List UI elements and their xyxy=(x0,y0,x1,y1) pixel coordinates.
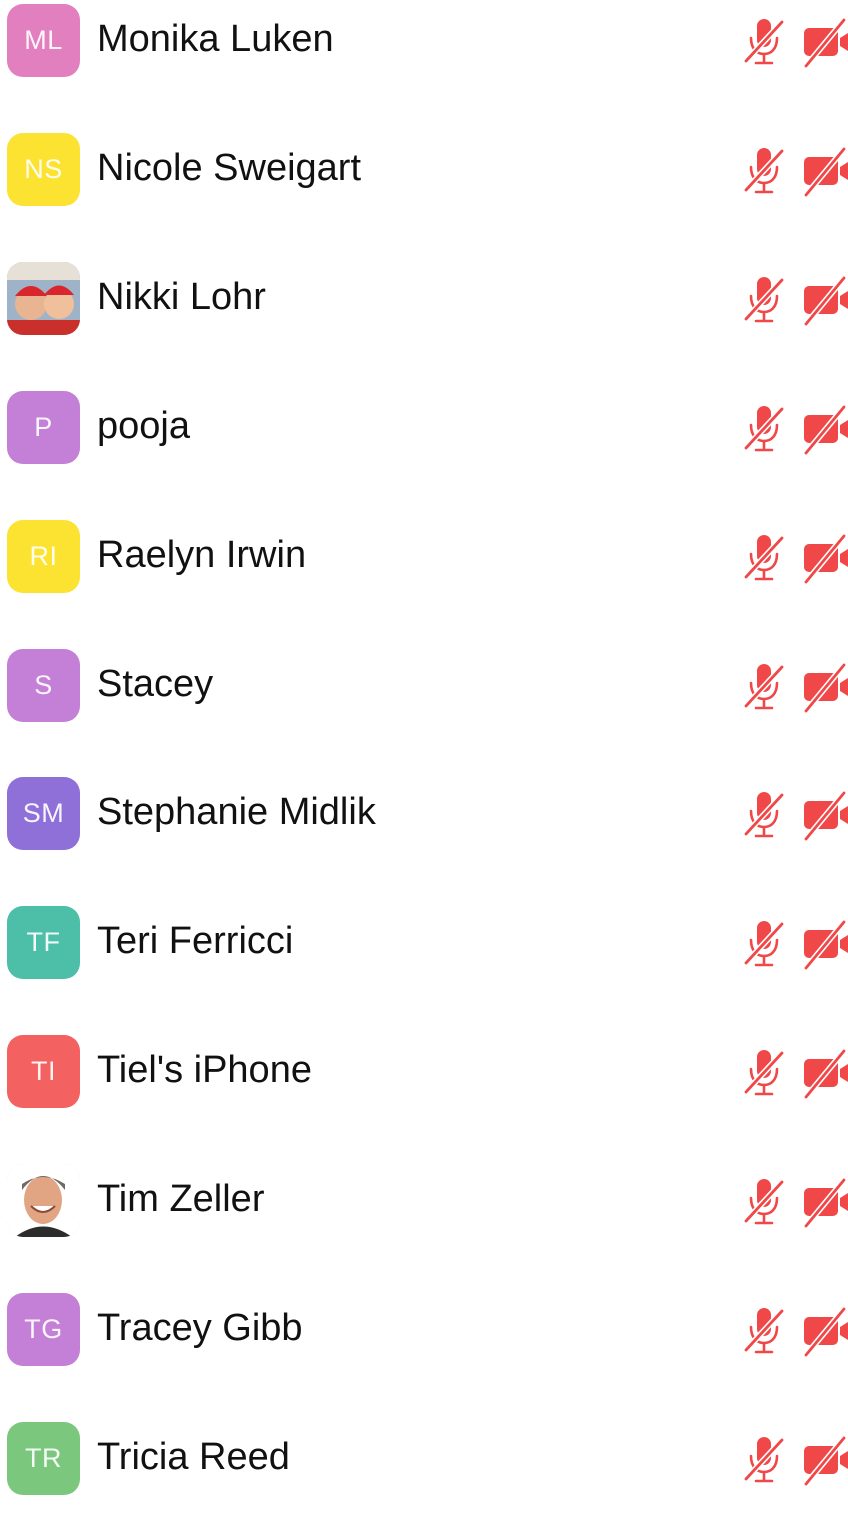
mic-muted-icon[interactable] xyxy=(742,1305,786,1357)
participant-name: Tim Zeller xyxy=(97,1178,265,1220)
video-off-icon[interactable] xyxy=(800,145,848,197)
participant-name: Stacey xyxy=(97,663,214,705)
video-off-icon[interactable] xyxy=(800,532,848,584)
video-off-icon[interactable] xyxy=(800,1047,848,1099)
mic-muted-icon[interactable] xyxy=(742,1176,786,1228)
participant-name: Raelyn Irwin xyxy=(97,534,307,576)
video-off-icon[interactable] xyxy=(800,1176,848,1228)
avatar-initials: TI xyxy=(7,1035,80,1108)
video-off-icon[interactable] xyxy=(800,661,848,713)
participant-row-tracey-gibb[interactable]: TG Tracey Gibb xyxy=(0,1267,848,1395)
avatar-initials: ML xyxy=(7,4,80,77)
participant-row-raelyn-irwin[interactable]: RI Raelyn Irwin xyxy=(0,494,848,622)
participant-row-teri-ferricci[interactable]: TF Teri Ferricci xyxy=(0,880,848,1008)
avatar-initials: TR xyxy=(7,1422,80,1495)
video-off-icon[interactable] xyxy=(800,918,848,970)
avatar-initials: TF xyxy=(7,906,80,979)
participant-list: ML Monika Luken NS Nicole Sweigart Nikki… xyxy=(0,0,848,1495)
participant-name: pooja xyxy=(97,405,190,447)
participant-name: Tiel's iPhone xyxy=(97,1049,312,1091)
mic-muted-icon[interactable] xyxy=(742,1047,786,1099)
video-off-icon[interactable] xyxy=(800,274,848,326)
video-off-icon[interactable] xyxy=(800,1434,848,1486)
participant-row-tim-zeller[interactable]: Tim Zeller xyxy=(0,1138,848,1266)
mic-muted-icon[interactable] xyxy=(742,532,786,584)
avatar-initials: RI xyxy=(7,520,80,593)
participant-name: Nicole Sweigart xyxy=(97,147,361,189)
participant-row-pooja[interactable]: P pooja xyxy=(0,365,848,493)
participant-name: Nikki Lohr xyxy=(97,276,266,318)
participant-name: Monika Luken xyxy=(97,18,334,60)
video-off-icon[interactable] xyxy=(800,789,848,841)
avatar-initials: S xyxy=(7,649,80,722)
avatar-initials: SM xyxy=(7,777,80,850)
mic-muted-icon[interactable] xyxy=(742,145,786,197)
mic-muted-icon[interactable] xyxy=(742,16,786,68)
mic-muted-icon[interactable] xyxy=(742,1434,786,1486)
avatar-photo xyxy=(7,262,80,335)
mic-muted-icon[interactable] xyxy=(742,661,786,713)
video-off-icon[interactable] xyxy=(800,16,848,68)
mic-muted-icon[interactable] xyxy=(742,918,786,970)
video-off-icon[interactable] xyxy=(800,403,848,455)
mic-muted-icon[interactable] xyxy=(742,403,786,455)
participant-row-stacey[interactable]: S Stacey xyxy=(0,623,848,751)
mic-muted-icon[interactable] xyxy=(742,274,786,326)
participant-row-nikki-lohr[interactable]: Nikki Lohr xyxy=(0,236,848,364)
avatar-initials: TG xyxy=(7,1293,80,1366)
participant-row-monika-luken[interactable]: ML Monika Luken xyxy=(0,0,848,106)
participant-name: Tricia Reed xyxy=(97,1436,290,1478)
mic-muted-icon[interactable] xyxy=(742,789,786,841)
avatar-initials: P xyxy=(7,391,80,464)
participant-row-nicole-sweigart[interactable]: NS Nicole Sweigart xyxy=(0,107,848,235)
video-off-icon[interactable] xyxy=(800,1305,848,1357)
participant-row-tiel-s-iphone[interactable]: TI Tiel's iPhone xyxy=(0,1009,848,1137)
avatar-initials: NS xyxy=(7,133,80,206)
participant-name: Stephanie Midlik xyxy=(97,791,376,833)
participant-row-tricia-reed[interactable]: TR Tricia Reed xyxy=(0,1396,848,1524)
avatar-photo xyxy=(7,1164,80,1237)
participant-name: Tracey Gibb xyxy=(97,1307,303,1349)
participant-name: Teri Ferricci xyxy=(97,920,294,962)
participant-row-stephanie-midlik[interactable]: SM Stephanie Midlik xyxy=(0,751,848,879)
